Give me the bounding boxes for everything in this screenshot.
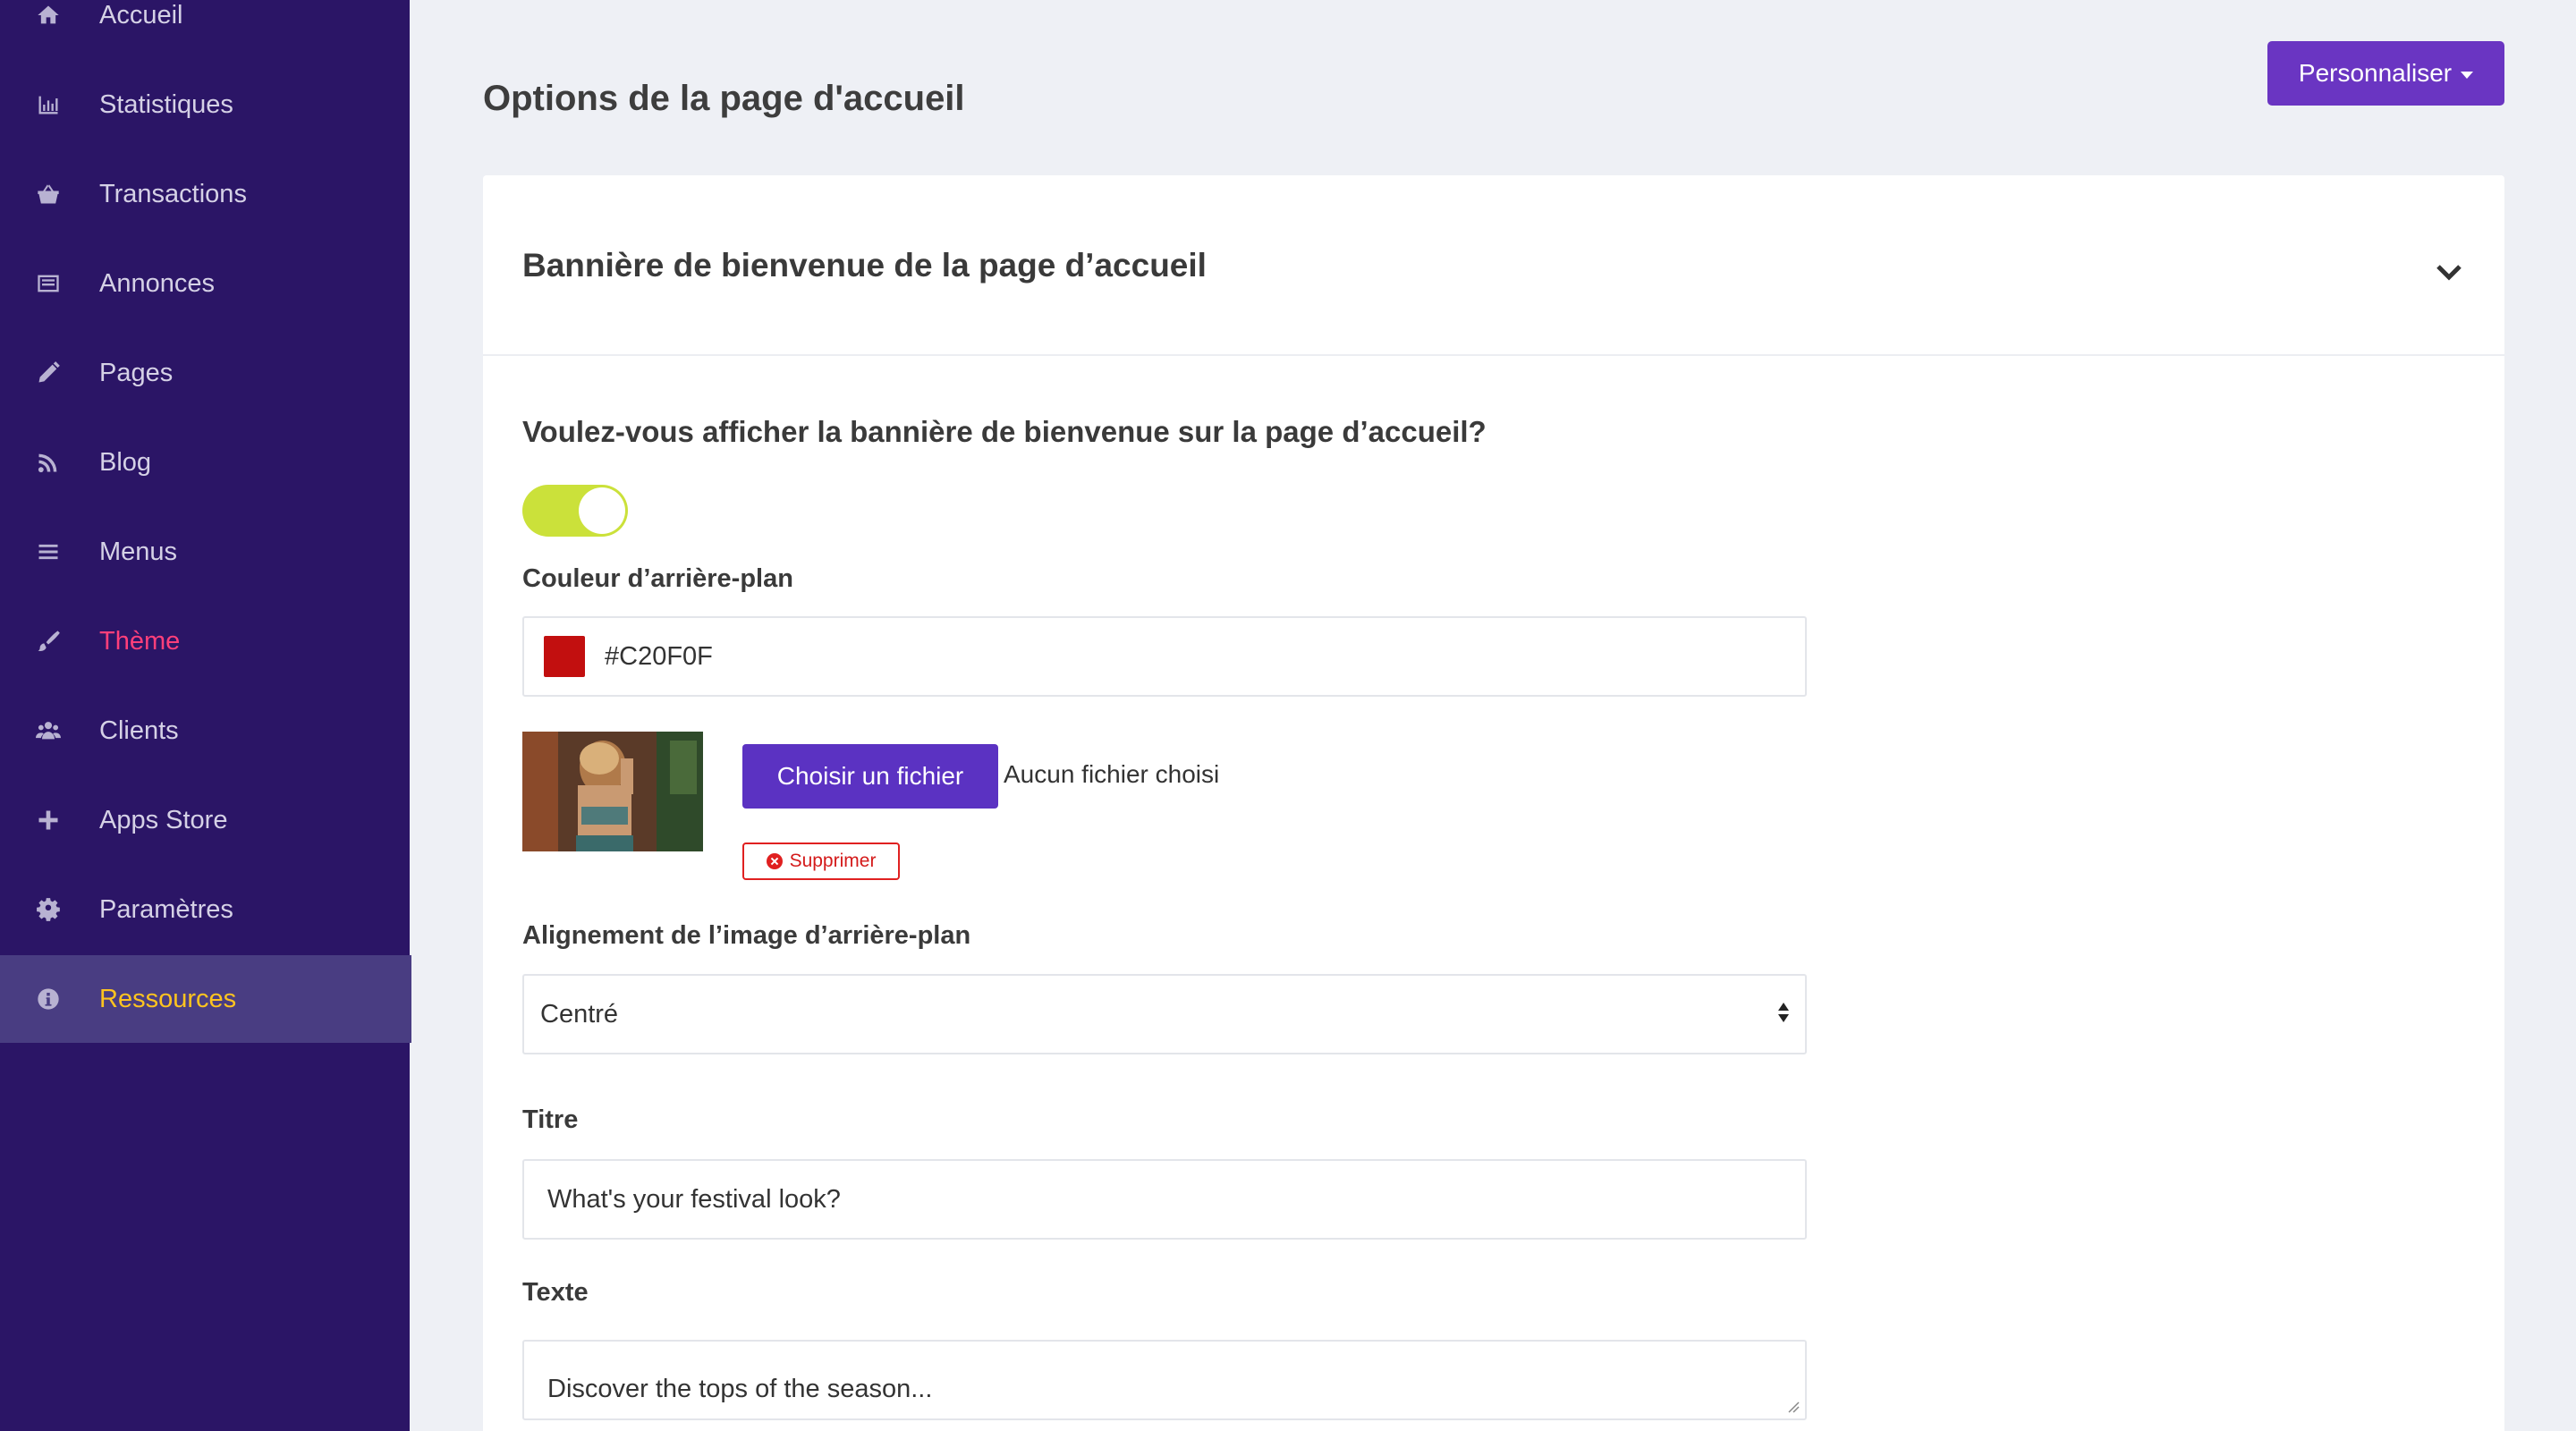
sidebar-item-label: Blog [99,447,152,477]
show-banner-question: Voulez-vous afficher la bannière de bien… [522,415,1487,448]
banner-image-thumbnail [522,732,703,851]
welcome-banner-card: Bannière de bienvenue de la page d’accue… [483,175,2504,1431]
delete-image-button[interactable]: Supprimer [742,843,900,880]
sidebar-item-label: Transactions [99,179,247,208]
bg-color-value: #C20F0F [605,641,713,671]
sidebar-item-statistiques[interactable]: Statistiques [0,61,410,148]
sidebar-item-transactions[interactable]: Transactions [0,150,410,238]
sidebar-item-menus[interactable]: Menus [0,508,410,596]
sidebar-item-apps-store[interactable]: Apps Store [0,776,410,864]
sidebar-item-theme[interactable]: Thème [0,597,410,685]
chevron-down-icon[interactable] [2431,254,2467,290]
sidebar-item-label: Paramètres [99,894,233,924]
title-input[interactable]: What's your festival look? [522,1159,1807,1240]
hamburger-icon [34,538,63,566]
basket-icon [34,180,63,208]
show-banner-toggle[interactable] [522,485,628,537]
text-value: Discover the tops of the season... [547,1375,933,1403]
text-textarea[interactable]: Discover the tops of the season... [522,1340,1807,1420]
sidebar-item-parametres[interactable]: Paramètres [0,866,410,953]
close-circle-icon [766,853,783,869]
delete-label: Supprimer [789,851,877,871]
alignment-value: Centré [540,999,619,1029]
sidebar-item-label: Apps Store [99,805,228,834]
plus-icon [34,806,63,834]
select-arrows-icon [1778,1003,1791,1026]
text-label: Texte [522,1278,589,1307]
info-icon [34,985,63,1013]
pencil-icon [34,359,63,387]
list-card-icon [34,269,63,298]
sidebar-item-label: Annonces [99,268,215,298]
file-status: Aucun fichier choisi [1004,760,1220,788]
sidebar-item-label: Ressources [99,984,237,1013]
alignment-label: Alignement de l’image d’arrière-plan [522,921,971,950]
gear-icon [34,895,63,924]
sidebar-item-label: Accueil [99,0,183,30]
sidebar-item-label: Menus [99,537,178,566]
sidebar-item-label: Pages [99,358,174,387]
bar-chart-icon [34,90,63,119]
customize-button[interactable]: Personnaliser [2267,41,2504,106]
page-title: Options de la page d'accueil [483,79,965,118]
rss-icon [34,448,63,477]
title-value: What's your festival look? [547,1184,841,1214]
sidebar-item-blog[interactable]: Blog [0,419,410,506]
sidebar-item-accueil[interactable]: Accueil [0,0,410,59]
customize-button-label: Personnaliser [2298,59,2453,87]
home-icon [34,1,63,30]
brush-icon [34,627,63,656]
alignment-select[interactable]: Centré [522,974,1807,1054]
sidebar-item-label: Thème [99,626,181,656]
bg-color-label: Couleur d’arrière-plan [522,564,793,593]
bg-color-field[interactable]: #C20F0F [522,616,1807,697]
resize-grip-icon[interactable] [1785,1399,1800,1413]
sidebar: Accueil Statistiques Transactions Annonc… [0,0,411,1431]
toggle-knob [579,487,625,534]
card-header[interactable]: Bannière de bienvenue de la page d’accue… [483,175,2504,356]
sidebar-item-annonces[interactable]: Annonces [0,240,410,327]
users-icon [34,716,63,745]
color-swatch[interactable] [544,636,585,677]
sidebar-item-pages[interactable]: Pages [0,329,410,417]
title-label: Titre [522,1105,579,1134]
sidebar-item-ressources[interactable]: Ressources [0,955,411,1043]
sidebar-item-clients[interactable]: Clients [0,687,410,775]
sidebar-item-label: Clients [99,716,179,745]
sidebar-item-label: Statistiques [99,89,233,119]
card-title: Bannière de bienvenue de la page d’accue… [522,247,1207,284]
choose-file-button[interactable]: Choisir un fichier [742,744,998,809]
caret-down-icon [2461,71,2474,79]
